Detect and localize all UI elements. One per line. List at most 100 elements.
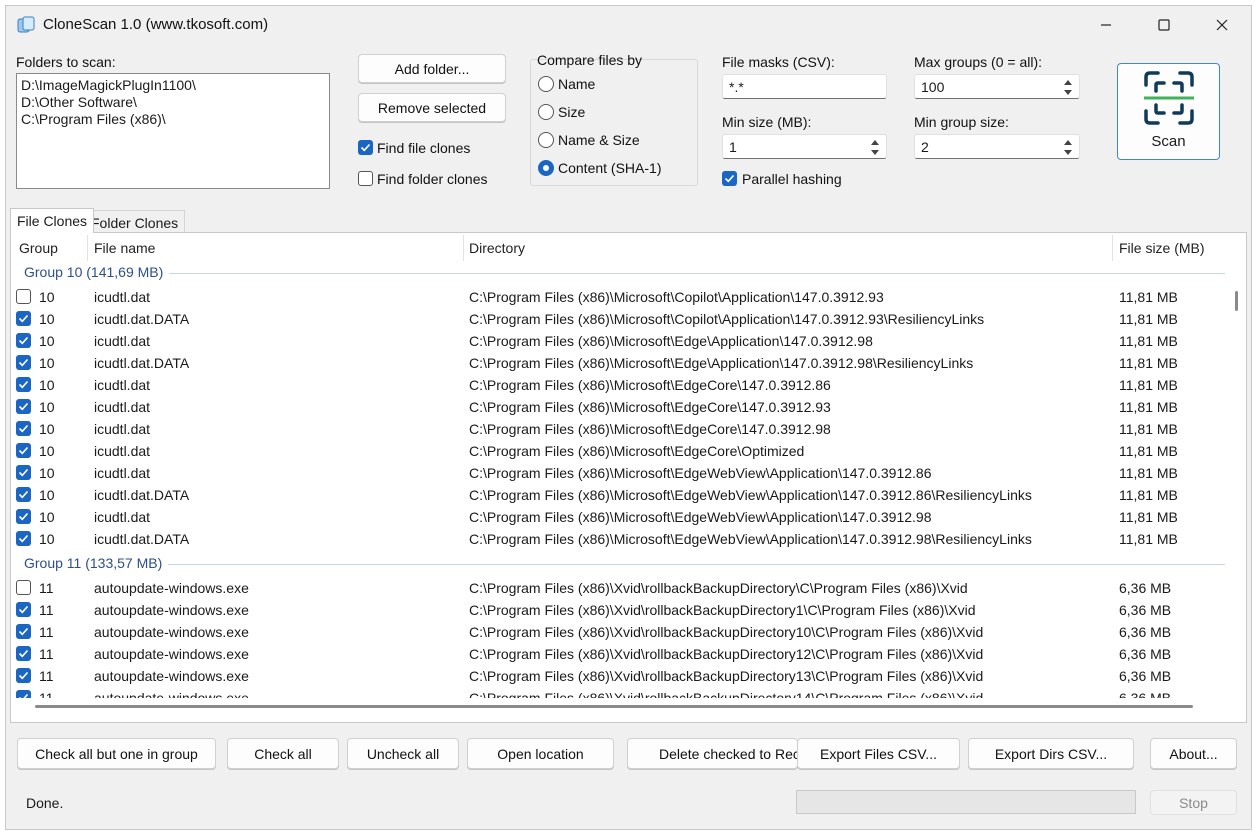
tab-file-clones[interactable]: File Clones — [10, 208, 95, 233]
column-separator[interactable] — [463, 235, 464, 261]
min-size-stepper[interactable]: 1 — [722, 134, 887, 159]
table-row[interactable]: 10 icudtl.dat C:\Program Files (x86)\Micro… — [11, 396, 1233, 418]
find-file-clones-checkbox[interactable]: Find file clones — [358, 140, 508, 160]
cell-group: 11 — [39, 580, 54, 596]
file-clones-list[interactable]: Group File name Directory File size (MB)… — [10, 232, 1247, 723]
table-row[interactable]: 10 icudtl.dat.DATA C:\Program Files (x86)\… — [11, 352, 1233, 374]
row-checkbox-checked[interactable] — [16, 399, 31, 414]
maximize-button[interactable] — [1135, 6, 1193, 44]
table-row[interactable]: 10 icudtl.dat C:\Program Files (x86)\Micro… — [11, 418, 1233, 440]
table-row[interactable]: 11 autoupdate-windows.exe C:\Program Files… — [11, 643, 1233, 665]
compare-option-size[interactable]: Size — [538, 104, 688, 124]
column-separator[interactable] — [87, 235, 88, 261]
table-row[interactable]: 11 autoupdate-windows.exe C:\Program Files… — [11, 599, 1233, 621]
min-group-size-stepper[interactable]: 2 — [914, 134, 1080, 159]
table-row[interactable]: 11 autoupdate-windows.exe C:\Program Files… — [11, 621, 1233, 643]
table-row[interactable]: 10 icudtl.dat C:\Program Files (x86)\Micro… — [11, 440, 1233, 462]
delete-checked-button[interactable]: Delete checked to Rec — [627, 738, 798, 769]
min-group-size-spin[interactable] — [1060, 137, 1076, 157]
spin-up-icon[interactable] — [1060, 137, 1076, 147]
compare-option-name[interactable]: Name — [538, 76, 688, 96]
row-checkbox-checked[interactable] — [16, 355, 31, 370]
tab-folder-clones[interactable]: Folder Clones — [84, 210, 186, 233]
vertical-scrollbar[interactable] — [1235, 291, 1238, 311]
column-header-file-size[interactable]: File size (MB) — [1119, 240, 1205, 256]
file-masks-input[interactable]: *.* — [722, 74, 887, 99]
folder-item[interactable]: D:\Other Software\ — [21, 94, 325, 111]
add-folder-button[interactable]: Add folder... — [358, 54, 506, 83]
horizontal-scrollbar[interactable] — [35, 705, 1193, 708]
open-location-button[interactable]: Open location — [467, 738, 614, 769]
row-checkbox-checked[interactable] — [16, 443, 31, 458]
row-checkbox-checked[interactable] — [16, 465, 31, 480]
table-row[interactable]: 11 autoupdate-windows.exe C:\Program Files… — [11, 687, 1233, 698]
table-row[interactable]: 10 icudtl.dat C:\Program Files (x86)\Micro… — [11, 462, 1233, 484]
group-header[interactable]: Group 10 (141,69 MB) — [11, 263, 1233, 283]
compare-option-content[interactable]: Content (SHA-1) — [538, 160, 688, 180]
row-checkbox-checked[interactable] — [16, 311, 31, 326]
remove-selected-button[interactable]: Remove selected — [358, 93, 506, 122]
list-rows: Group 10 (141,69 MB) 10 icudtl.dat C:\Progr… — [11, 262, 1233, 698]
spin-down-icon[interactable] — [1060, 87, 1076, 97]
spin-up-icon[interactable] — [867, 137, 883, 147]
table-row[interactable]: 10 icudtl.dat.DATA C:\Program Files (x86)\… — [11, 308, 1233, 330]
row-checkbox-checked[interactable] — [16, 509, 31, 524]
close-button[interactable] — [1193, 6, 1251, 44]
spin-down-icon[interactable] — [1060, 147, 1076, 157]
row-checkbox-checked[interactable] — [16, 487, 31, 502]
row-checkbox-checked[interactable] — [16, 646, 31, 661]
export-files-csv-button[interactable]: Export Files CSV... — [797, 738, 960, 769]
table-row[interactable]: 10 icudtl.dat C:\Program Files (x86)\Micro… — [11, 374, 1233, 396]
max-groups-stepper[interactable]: 100 — [914, 74, 1080, 99]
table-row[interactable]: 10 icudtl.dat.DATA C:\Program Files (x86)\… — [11, 528, 1233, 550]
spin-up-icon[interactable] — [1060, 77, 1076, 87]
max-groups-spin[interactable] — [1060, 77, 1076, 97]
minimize-button[interactable] — [1077, 6, 1135, 44]
row-checkbox-checked[interactable] — [16, 421, 31, 436]
close-icon — [1216, 19, 1228, 31]
table-row[interactable]: 10 icudtl.dat.DATA C:\Program Files (x86)\… — [11, 484, 1233, 506]
cell-directory: C:\Program Files (x86)\Microsoft\EdgeCor… — [469, 399, 831, 415]
scan-button[interactable]: Scan — [1117, 63, 1220, 160]
app-window: CloneScan 1.0 (www.tkosoft.com) Folders … — [5, 5, 1252, 830]
about-button[interactable]: About... — [1150, 738, 1237, 769]
column-header-group[interactable]: Group — [19, 240, 58, 256]
cell-file-size: 6,36 MB — [1119, 624, 1172, 640]
folder-item[interactable]: C:\Program Files (x86)\ — [21, 111, 325, 128]
table-row[interactable]: 10 icudtl.dat C:\Program Files (x86)\Micro… — [11, 286, 1233, 308]
row-checkbox-checked[interactable] — [16, 333, 31, 348]
cell-file-name: icudtl.dat — [94, 443, 151, 459]
uncheck-all-button[interactable]: Uncheck all — [347, 738, 459, 769]
spin-down-icon[interactable] — [867, 147, 883, 157]
compare-option-name-size[interactable]: Name & Size — [538, 132, 688, 152]
check-all-button[interactable]: Check all — [227, 738, 339, 769]
row-checkbox-checked[interactable] — [16, 377, 31, 392]
column-header-directory[interactable]: Directory — [469, 240, 525, 256]
column-header-file-name[interactable]: File name — [94, 240, 155, 256]
row-checkbox-checked[interactable] — [16, 690, 31, 698]
parallel-hashing-checkbox[interactable]: Parallel hashing — [722, 171, 872, 191]
table-row[interactable]: 11 autoupdate-windows.exe C:\Program Files… — [11, 577, 1233, 599]
table-row[interactable]: 10 icudtl.dat C:\Program Files (x86)\Micro… — [11, 506, 1233, 528]
export-dirs-csv-button[interactable]: Export Dirs CSV... — [968, 738, 1134, 769]
row-checkbox-unchecked[interactable] — [16, 289, 31, 304]
min-size-spin[interactable] — [867, 137, 883, 157]
table-row[interactable]: 10 icudtl.dat C:\Program Files (x86)\Micro… — [11, 330, 1233, 352]
row-checkbox-checked[interactable] — [16, 668, 31, 683]
folders-list[interactable]: D:\ImageMagickPlugIn1100\ D:\Other Softw… — [16, 73, 330, 189]
group-header[interactable]: Group 11 (133,57 MB) — [11, 554, 1233, 574]
window-title: CloneScan 1.0 (www.tkosoft.com) — [43, 16, 269, 33]
row-checkbox-checked[interactable] — [16, 602, 31, 617]
cell-group: 11 — [39, 690, 54, 698]
row-checkbox-checked[interactable] — [16, 531, 31, 546]
cell-group: 10 — [39, 311, 55, 327]
table-row[interactable]: 11 autoupdate-windows.exe C:\Program Files… — [11, 665, 1233, 687]
folder-item[interactable]: D:\ImageMagickPlugIn1100\ — [21, 77, 325, 94]
row-checkbox-unchecked[interactable] — [16, 580, 31, 595]
row-checkbox-checked[interactable] — [16, 624, 31, 639]
stop-button[interactable]: Stop — [1150, 790, 1237, 815]
find-folder-clones-checkbox[interactable]: Find folder clones — [358, 171, 508, 191]
column-separator[interactable] — [1112, 235, 1113, 261]
check-all-but-one-button[interactable]: Check all but one in group — [17, 738, 216, 769]
cell-file-size: 6,36 MB — [1119, 580, 1172, 596]
